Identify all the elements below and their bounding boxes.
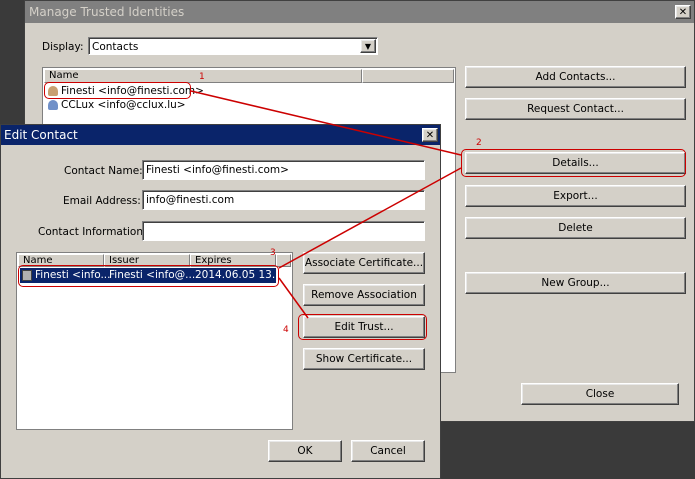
arrow-contact-to-details <box>190 90 462 156</box>
arrow-cert-to-edit-trust <box>278 277 309 319</box>
arrow-details-to-cert <box>278 167 462 269</box>
annotation-arrows <box>190 90 462 319</box>
